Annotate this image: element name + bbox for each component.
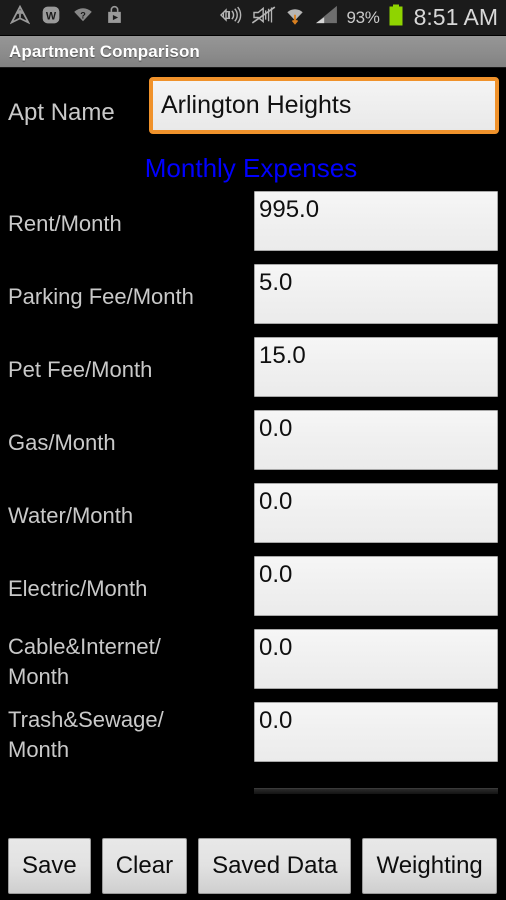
expense-label-pet-fee: Pet Fee/Month bbox=[8, 356, 153, 382]
wifi-download-icon bbox=[284, 5, 306, 31]
expense-label-cable-internet: Cable&Internet/Month bbox=[8, 633, 161, 689]
weighting-button[interactable]: Weighting bbox=[362, 838, 497, 894]
clipped-next-field[interactable] bbox=[254, 788, 498, 794]
play-store-icon bbox=[105, 5, 124, 30]
saved-data-button[interactable]: Saved Data bbox=[198, 838, 352, 894]
expense-input-trash-sewage[interactable]: 0.0 bbox=[254, 702, 498, 762]
mute-icon bbox=[251, 5, 277, 30]
status-bar-left-icons: W ? bbox=[9, 4, 124, 30]
form-scroll-area[interactable]: Apt Name Arlington Heights Monthly Expen… bbox=[0, 69, 506, 832]
clock-label: 8:51 AM bbox=[413, 4, 498, 30]
expense-input-rent[interactable]: 995.0 bbox=[254, 191, 498, 251]
clear-button[interactable]: Clear bbox=[101, 838, 188, 894]
expense-label-parking-fee: Parking Fee/Month bbox=[8, 283, 194, 309]
save-button[interactable]: Save bbox=[8, 838, 91, 894]
battery-percent-label: 93% bbox=[346, 7, 380, 27]
expense-field-list: Rent/Month 995.0 Parking Fee/Month 5.0 P… bbox=[0, 187, 506, 771]
apt-name-input[interactable]: Arlington Heights bbox=[149, 77, 499, 134]
expense-input-water[interactable]: 0.0 bbox=[254, 483, 498, 543]
expense-input-parking-fee[interactable]: 5.0 bbox=[254, 264, 498, 324]
expense-row-gas: Gas/Month 0.0 bbox=[0, 406, 506, 479]
status-bar: W ? 93% 8:51 AM bbox=[0, 0, 506, 36]
page-title: Apartment Comparison bbox=[9, 41, 200, 61]
navigation-update-icon bbox=[9, 4, 31, 30]
svg-text:W: W bbox=[46, 11, 57, 23]
expense-label-trash-sewage: Trash&Sewage/Month bbox=[8, 706, 164, 762]
expense-input-cable-internet[interactable]: 0.0 bbox=[254, 629, 498, 689]
expense-row-parking-fee: Parking Fee/Month 5.0 bbox=[0, 260, 506, 333]
svg-text:?: ? bbox=[80, 10, 86, 20]
section-heading-monthly-expenses: Monthly Expenses bbox=[144, 153, 358, 183]
apt-name-label: Apt Name bbox=[8, 99, 115, 126]
expense-row-electric: Electric/Month 0.0 bbox=[0, 552, 506, 625]
vibrate-sound-icon bbox=[218, 5, 244, 30]
app-title-bar: Apartment Comparison bbox=[0, 36, 506, 68]
expense-label-gas: Gas/Month bbox=[8, 429, 116, 455]
cell-signal-icon bbox=[313, 5, 339, 30]
expense-row-rent: Rent/Month 995.0 bbox=[0, 187, 506, 260]
expense-input-pet-fee[interactable]: 15.0 bbox=[254, 337, 498, 397]
battery-icon bbox=[388, 4, 404, 31]
w-app-icon: W bbox=[41, 5, 61, 30]
action-button-bar: Save Clear Saved Data Weighting bbox=[0, 832, 506, 900]
expense-input-gas[interactable]: 0.0 bbox=[254, 410, 498, 470]
expense-row-pet-fee: Pet Fee/Month 15.0 bbox=[0, 333, 506, 406]
expense-row-water: Water/Month 0.0 bbox=[0, 479, 506, 552]
expense-label-electric: Electric/Month bbox=[8, 575, 148, 601]
apt-name-row: Apt Name Arlington Heights bbox=[0, 69, 506, 141]
expense-row-cable-internet: Cable&Internet/Month 0.0 bbox=[0, 625, 506, 698]
wifi-question-icon: ? bbox=[72, 5, 94, 30]
expense-row-trash-sewage: Trash&Sewage/Month 0.0 bbox=[0, 698, 506, 771]
expense-label-rent: Rent/Month bbox=[8, 210, 122, 236]
status-bar-right-icons: 93% 8:51 AM bbox=[218, 4, 498, 31]
expense-label-water: Water/Month bbox=[8, 502, 134, 528]
expense-input-electric[interactable]: 0.0 bbox=[254, 556, 498, 616]
